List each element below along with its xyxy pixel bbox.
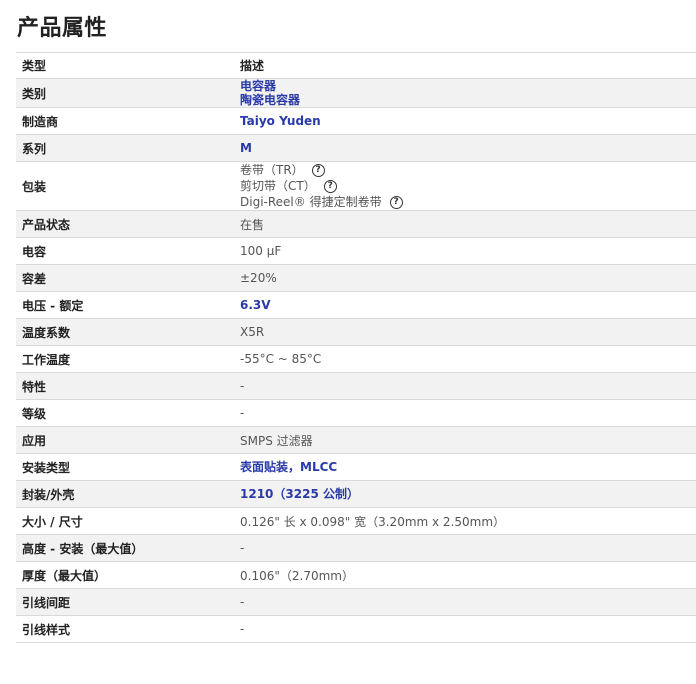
- attribute-name: 高度 - 安装（最大值）: [16, 534, 234, 562]
- attribute-value: M: [234, 134, 696, 162]
- attribute-name: 大小 / 尺寸: [16, 507, 234, 535]
- attribute-name: 安装类型: [16, 453, 234, 481]
- attribute-value: ±20%: [234, 264, 696, 292]
- attribute-value: 表面贴装，MLCC: [234, 453, 696, 481]
- help-circle-icon[interactable]: ?: [389, 195, 403, 209]
- attribute-value: -: [234, 372, 696, 400]
- table-row: 引线样式 -: [16, 615, 696, 643]
- attribute-value-text: -: [240, 379, 245, 393]
- attribute-value-link[interactable]: 陶瓷电容器: [240, 93, 690, 107]
- table-row: 应用 SMPS 过滤器: [16, 426, 696, 454]
- table-row: 特性 -: [16, 372, 696, 400]
- attribute-value-text: ±20%: [240, 271, 277, 285]
- attribute-value-text: SMPS 过滤器: [240, 433, 313, 448]
- table-row: 温度系数 X5R: [16, 318, 696, 346]
- attribute-value: 0.126" 长 x 0.098" 宽（3.20mm x 2.50mm）: [234, 507, 696, 535]
- product-attributes-table: 类型 描述 类别 电容器 陶瓷电容器 制造商 Taiyo Yuden 系列 M 包装 卷带（TR…: [16, 52, 696, 643]
- attribute-name: 电容: [16, 237, 234, 265]
- attribute-name: 温度系数: [16, 318, 234, 346]
- header-type: 类型: [16, 52, 234, 79]
- attribute-value-text: 在售: [240, 217, 265, 232]
- attribute-value: -: [234, 399, 696, 427]
- header-description: 描述: [234, 52, 696, 79]
- attribute-value: 电容器 陶瓷电容器: [234, 78, 696, 108]
- table-row: 工作温度 -55°C ~ 85°C: [16, 345, 696, 373]
- help-circle-icon[interactable]: ?: [311, 163, 325, 177]
- packaging-option: Digi-Reel® 得捷定制卷带?: [240, 194, 690, 210]
- attribute-name: 引线样式: [16, 615, 234, 643]
- attribute-name: 包装: [16, 161, 234, 211]
- attribute-value-text: -: [240, 622, 245, 636]
- attribute-value-text: -: [240, 406, 245, 420]
- table-row: 引线间距 -: [16, 588, 696, 616]
- attribute-name: 类别: [16, 78, 234, 108]
- attribute-value-link[interactable]: 1210（3225 公制）: [240, 487, 690, 501]
- attribute-value-link[interactable]: 电容器: [240, 79, 690, 93]
- attribute-value: 1210（3225 公制）: [234, 480, 696, 508]
- packaging-option-label: 卷带（TR）: [240, 163, 304, 177]
- attribute-value: 在售: [234, 210, 696, 238]
- attribute-value: 卷带（TR）? 剪切带（CT）? Digi-Reel® 得捷定制卷带?: [234, 161, 696, 211]
- table-row: 封装/外壳 1210（3225 公制）: [16, 480, 696, 508]
- attribute-value-text: 0.126" 长 x 0.098" 宽（3.20mm x 2.50mm）: [240, 514, 506, 529]
- table-row: 包装 卷带（TR）? 剪切带（CT）? Digi-Reel® 得捷定制卷带?: [16, 161, 696, 211]
- table-row: 高度 - 安装（最大值） -: [16, 534, 696, 562]
- attribute-value: -: [234, 588, 696, 616]
- page-title: 产品属性: [17, 16, 108, 41]
- attribute-name: 工作温度: [16, 345, 234, 373]
- attribute-value: 100 µF: [234, 237, 696, 265]
- attribute-value: 0.106"（2.70mm）: [234, 561, 696, 589]
- table-row: 电压 - 额定 6.3V: [16, 291, 696, 319]
- table-row: 制造商 Taiyo Yuden: [16, 107, 696, 135]
- attribute-name: 系列: [16, 134, 234, 162]
- table-row: 大小 / 尺寸 0.126" 长 x 0.098" 宽（3.20mm x 2.50…: [16, 507, 696, 535]
- attribute-value-text: -: [240, 541, 245, 555]
- attribute-value-text: X5R: [240, 325, 265, 339]
- attribute-value-link[interactable]: 6.3V: [240, 298, 690, 312]
- table-row: 厚度（最大值） 0.106"（2.70mm）: [16, 561, 696, 589]
- table-header-row: 类型 描述: [16, 52, 696, 79]
- attribute-value-link[interactable]: Taiyo Yuden: [240, 114, 690, 128]
- attribute-name: 电压 - 额定: [16, 291, 234, 319]
- attribute-value-text: 100 µF: [240, 244, 282, 258]
- packaging-option: 卷带（TR）?: [240, 162, 690, 178]
- table-row: 安装类型 表面贴装，MLCC: [16, 453, 696, 481]
- table-row: 电容 100 µF: [16, 237, 696, 265]
- attribute-name: 产品状态: [16, 210, 234, 238]
- attribute-value-text: -: [240, 595, 245, 609]
- table-row: 容差 ±20%: [16, 264, 696, 292]
- attribute-value: -: [234, 534, 696, 562]
- attribute-name: 容差: [16, 264, 234, 292]
- packaging-option: 剪切带（CT）?: [240, 178, 690, 194]
- table-row: 等级 -: [16, 399, 696, 427]
- table-row: 系列 M: [16, 134, 696, 162]
- attribute-name: 引线间距: [16, 588, 234, 616]
- table-row: 类别 电容器 陶瓷电容器: [16, 78, 696, 108]
- attribute-value: -55°C ~ 85°C: [234, 345, 696, 373]
- attribute-name: 厚度（最大值）: [16, 561, 234, 589]
- attribute-value-text: 0.106"（2.70mm）: [240, 568, 354, 583]
- attribute-value-link[interactable]: M: [240, 141, 690, 155]
- attribute-name: 制造商: [16, 107, 234, 135]
- attribute-value: SMPS 过滤器: [234, 426, 696, 454]
- attribute-value: 6.3V: [234, 291, 696, 319]
- attribute-name: 应用: [16, 426, 234, 454]
- help-circle-icon[interactable]: ?: [323, 179, 337, 193]
- attribute-value: X5R: [234, 318, 696, 346]
- attribute-name: 封装/外壳: [16, 480, 234, 508]
- packaging-option-label: Digi-Reel® 得捷定制卷带: [240, 195, 382, 209]
- attribute-value: -: [234, 615, 696, 643]
- attribute-value-link[interactable]: 表面贴装，MLCC: [240, 460, 690, 474]
- attribute-value: Taiyo Yuden: [234, 107, 696, 135]
- packaging-option-label: 剪切带（CT）: [240, 179, 316, 193]
- table-row: 产品状态 在售: [16, 210, 696, 238]
- attribute-value-text: -55°C ~ 85°C: [240, 352, 322, 366]
- attribute-name: 等级: [16, 399, 234, 427]
- attribute-name: 特性: [16, 372, 234, 400]
